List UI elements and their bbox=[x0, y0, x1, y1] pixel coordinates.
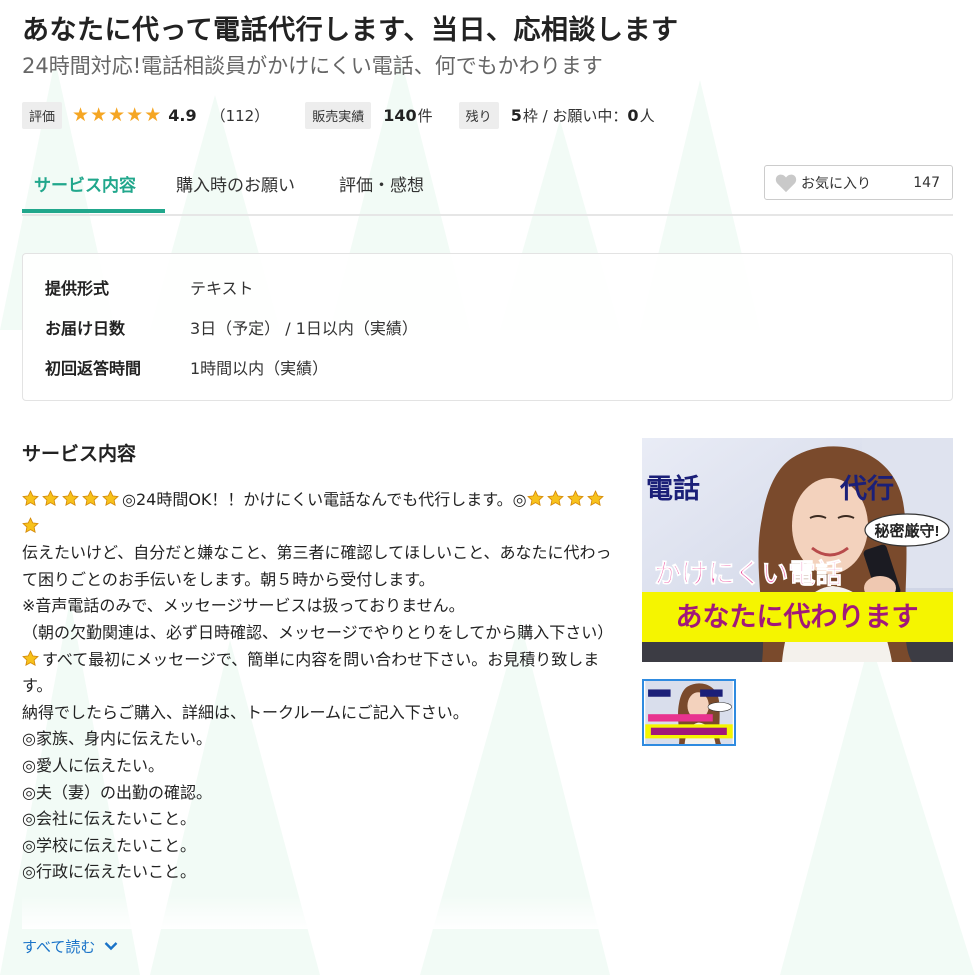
description-line: ◎夫（妻）の出勤の確認。 bbox=[22, 782, 212, 802]
service-main-image[interactable]: 秘密厳守! 電話 代行 かけにくい電話 あなたに代わります bbox=[642, 438, 953, 662]
star-icon bbox=[546, 490, 564, 507]
info-key: 初回返答時間 bbox=[45, 359, 142, 378]
description-line: ◎愛人に伝えたい。 bbox=[22, 755, 164, 775]
service-image-graphic: 秘密厳守! 電話 代行 かけにくい電話 あなたに代わります bbox=[642, 438, 953, 662]
info-value: テキスト bbox=[190, 279, 254, 298]
image-line-yellow: あなたに代わります bbox=[676, 602, 919, 632]
sales-label: 販売実績 bbox=[305, 101, 372, 129]
star-icon bbox=[566, 490, 584, 507]
page-subtitle: 24時間対応!電話相談員がかけにくい電話、何でもかわります bbox=[22, 54, 603, 78]
star-icon bbox=[82, 490, 99, 507]
description-paragraph: ◎24時間OK！！かけにくい電話なんでも代行します。◎ bbox=[22, 487, 618, 540]
star-icon bbox=[62, 490, 79, 507]
star-icon bbox=[22, 490, 39, 507]
star-icon bbox=[586, 490, 604, 507]
star-icon: ★ bbox=[126, 103, 144, 126]
description-line: （朝の欠勤関連は、必ず日時確認、メッセージでやりとりをしてから購入下さい） bbox=[22, 622, 614, 642]
star-icon bbox=[22, 649, 39, 666]
tab-purchase-request[interactable]: 購入時のお願い bbox=[176, 171, 295, 196]
rating-label: 評価 bbox=[22, 101, 63, 129]
image-badge-text: 秘密厳守! bbox=[875, 522, 940, 540]
image-line-pink: かけにくい電話 bbox=[654, 558, 842, 589]
rating-stars: ★ ★ ★ ★ ★ bbox=[72, 103, 162, 126]
image-title-right: 代行 bbox=[839, 473, 894, 504]
star-icon: ★ bbox=[144, 103, 162, 126]
description-line: ◎家族、身内に伝えたい。 bbox=[22, 729, 212, 749]
description-line: ◎学校に伝えたいこと。 bbox=[22, 835, 196, 855]
image-thumbnail[interactable] bbox=[642, 679, 736, 746]
thumbnail-graphic bbox=[645, 681, 733, 744]
review-count[interactable]: （112） bbox=[211, 105, 270, 126]
info-value: 3日（予定） / 1日以内（実績） bbox=[190, 319, 418, 338]
star-icon: ★ bbox=[90, 103, 108, 126]
service-meta: 評価 ★ ★ ★ ★ ★ 4.9 （112） 販売実績 140 件 残り 5 枠… bbox=[22, 101, 655, 129]
tab-reviews[interactable]: 評価・感想 bbox=[339, 171, 424, 196]
image-title-left: 電話 bbox=[646, 473, 700, 504]
remain-label: 残り bbox=[458, 101, 499, 129]
info-row: 提供形式 テキスト bbox=[45, 275, 254, 299]
read-more-label: すべて読む bbox=[22, 938, 96, 956]
description-line: 伝えたいけど、自分だと嫌なこと、第三者に確認してほしいこと、あなたに代わって困り… bbox=[22, 543, 612, 589]
section-title: サービス内容 bbox=[22, 443, 137, 465]
service-description: ◎24時間OK！！かけにくい電話なんでも代行します。◎ 伝えたいけど、自分だと嫌… bbox=[22, 487, 618, 927]
info-key: お届け日数 bbox=[45, 319, 126, 338]
star-icon: ★ bbox=[108, 103, 126, 126]
favorite-button[interactable]: お気に入り 147 bbox=[764, 165, 953, 200]
in-progress-count: 0 bbox=[627, 105, 639, 125]
rating-value: 4.9 bbox=[168, 105, 197, 125]
star-icon bbox=[22, 516, 39, 533]
info-value: 1時間以内（実績） bbox=[190, 359, 329, 378]
favorite-label: お気に入り bbox=[801, 175, 871, 192]
description-text: ◎24時間OK！！かけにくい電話なんでも代行します。◎ bbox=[122, 490, 527, 509]
description-paragraph: すべて最初にメッセージで、簡単に内容を問い合わせ下さい。お見積り致します。 bbox=[22, 647, 618, 700]
remain-slots: 5 bbox=[510, 105, 522, 125]
description-fade bbox=[22, 895, 618, 929]
info-key: 提供形式 bbox=[45, 279, 110, 298]
info-row: 初回返答時間 1時間以内（実績） bbox=[45, 355, 328, 379]
description-line: ※音声電話のみで、メッセージサービスは扱っておりません。 bbox=[22, 596, 465, 616]
remain-unit: 枠 / お願い中： bbox=[522, 106, 628, 125]
star-icon: ★ bbox=[72, 103, 90, 126]
star-icon bbox=[42, 490, 59, 507]
heart-icon bbox=[775, 174, 797, 192]
description-line: 納得でしたらご購入、詳細は、トークルームにご記入下さい。 bbox=[22, 702, 469, 722]
in-progress-unit: 人 bbox=[639, 106, 655, 125]
tab-service-content[interactable]: サービス内容 bbox=[34, 171, 136, 196]
tab-bar: サービス内容 購入時のお願い 評価・感想 お気に入り 147 bbox=[22, 160, 953, 216]
description-line: ◎会社に伝えたいこと。 bbox=[22, 809, 196, 829]
service-info-box: 提供形式 テキスト お届け日数 3日（予定） / 1日以内（実績） 初回返答時間… bbox=[22, 253, 953, 401]
sales-count: 140 bbox=[383, 105, 417, 125]
star-icon bbox=[526, 490, 544, 507]
info-row: お届け日数 3日（予定） / 1日以内（実績） bbox=[45, 315, 418, 339]
page-title: あなたに代って電話代行します、当日、応相談します bbox=[22, 15, 679, 46]
active-tab-indicator bbox=[22, 209, 165, 213]
description-line: ◎行政に伝えたいこと。 bbox=[22, 862, 196, 882]
read-more-link[interactable]: すべて読む bbox=[22, 936, 118, 957]
description-text: すべて最初にメッセージで、簡単に内容を問い合わせ下さい。お見積り致します。 bbox=[22, 649, 600, 696]
sales-unit: 件 bbox=[417, 106, 433, 125]
favorite-count: 147 bbox=[913, 174, 940, 191]
chevron-down-icon bbox=[104, 942, 118, 951]
star-icon bbox=[102, 490, 119, 507]
